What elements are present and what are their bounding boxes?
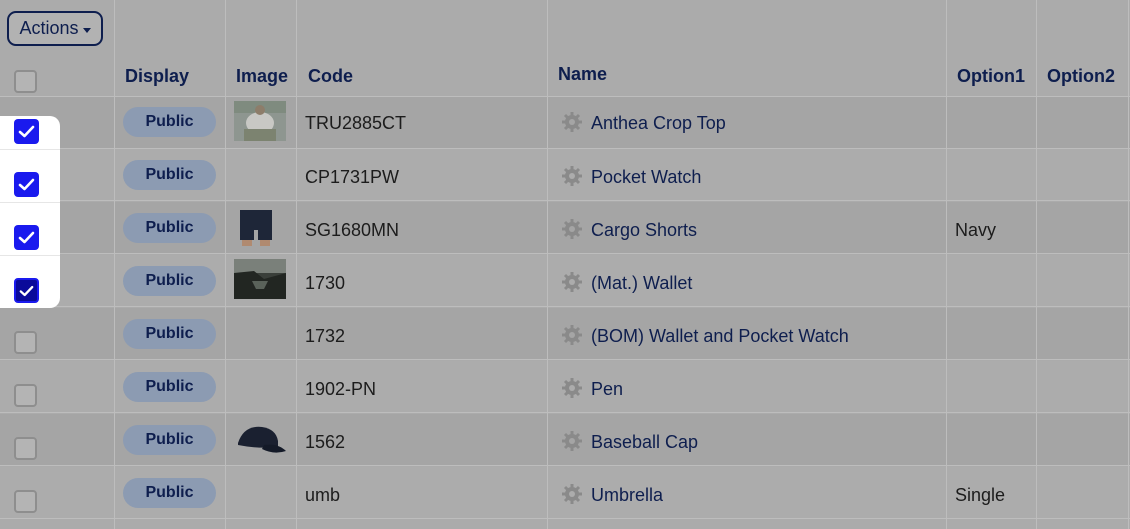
product-name-link[interactable]: (BOM) Wallet and Pocket Watch	[591, 326, 849, 347]
gear-icon[interactable]	[562, 325, 582, 345]
column-divider	[114, 0, 115, 529]
display-badge[interactable]: Public	[123, 478, 216, 508]
display-badge[interactable]: Public	[123, 107, 216, 137]
checkmark-icon	[19, 285, 34, 296]
product-code: TRU2885CT	[305, 113, 407, 133]
table-row[interactable]: Public umb Umbrella Single	[0, 467, 1130, 519]
gear-icon[interactable]	[562, 431, 582, 451]
display-badge[interactable]: Public	[123, 372, 216, 402]
column-header-image[interactable]: Image	[236, 66, 288, 87]
column-divider	[946, 0, 947, 529]
column-header-display[interactable]: Display	[125, 66, 189, 87]
display-badge[interactable]: Public	[123, 266, 216, 296]
checkmark-icon	[18, 231, 35, 244]
gear-icon[interactable]	[562, 272, 582, 292]
table-row[interactable]: Public 1730 (Mat.) Wallet	[0, 255, 1130, 307]
row-checkbox-checked[interactable]	[14, 225, 39, 250]
checkmark-icon	[18, 178, 35, 191]
column-divider	[296, 0, 297, 529]
row-checkbox-checked[interactable]	[14, 278, 39, 303]
column-header-option1[interactable]: Option1	[957, 66, 1025, 87]
crop-top-thumbnail	[234, 101, 286, 141]
display-badge[interactable]: Public	[123, 425, 216, 455]
product-code: SG1680MN	[305, 220, 400, 240]
column-divider	[1036, 0, 1037, 529]
table-row[interactable]: Public SG1680MN Cargo Shorts Navy	[0, 202, 1130, 254]
wallet-thumbnail	[234, 259, 286, 299]
gear-icon[interactable]	[562, 219, 582, 239]
display-badge[interactable]: Public	[123, 160, 216, 190]
actions-button[interactable]: Actions	[7, 11, 103, 46]
product-code: CP1731PW	[305, 167, 400, 187]
cargo-shorts-thumbnail	[234, 206, 286, 246]
column-divider	[547, 0, 548, 529]
column-divider	[1128, 0, 1129, 529]
column-header-name[interactable]: Name	[558, 64, 607, 85]
gear-icon[interactable]	[562, 378, 582, 398]
table-row[interactable]: Public TRU2885CT Anthea Crop Top	[0, 97, 1130, 149]
option1-value: Single	[955, 485, 1006, 505]
product-name-link[interactable]: (Mat.) Wallet	[591, 273, 692, 294]
display-badge[interactable]: Public	[123, 319, 216, 349]
table-header: Actions Display Image Code Name Option1 …	[0, 0, 1130, 97]
table-row[interactable]: Public 1562 Baseball Cap	[0, 414, 1130, 466]
chevron-down-icon	[82, 27, 91, 33]
product-code: 1902-PN	[305, 379, 377, 399]
product-code: 1730	[305, 273, 346, 293]
table-row[interactable]: Public 1902-PN Pen	[0, 361, 1130, 413]
gear-icon[interactable]	[562, 484, 582, 504]
checkmark-icon	[18, 125, 35, 138]
product-code: umb	[305, 485, 341, 505]
row-checkbox-checked[interactable]	[14, 172, 39, 197]
product-name-link[interactable]: Anthea Crop Top	[591, 113, 726, 134]
product-name-link[interactable]: Cargo Shorts	[591, 220, 697, 241]
product-name-link[interactable]: Umbrella	[591, 485, 663, 506]
product-code: 1562	[305, 432, 346, 452]
display-badge[interactable]: Public	[123, 213, 216, 243]
row-checkbox[interactable]	[14, 437, 37, 460]
select-all-checkbox[interactable]	[14, 70, 37, 93]
product-grid: Actions Display Image Code Name Option1 …	[0, 0, 1130, 529]
product-code: 1732	[305, 326, 346, 346]
option1-value: Navy	[955, 220, 997, 240]
row-checkbox[interactable]	[14, 331, 37, 354]
row-checkbox[interactable]	[14, 490, 37, 513]
column-header-option2[interactable]: Option2	[1047, 66, 1115, 87]
table-row[interactable]: Public CP1731PW Pocket Watch	[0, 149, 1130, 201]
column-divider	[225, 0, 226, 529]
product-name-link[interactable]: Baseball Cap	[591, 432, 698, 453]
selected-rows-highlight	[0, 116, 60, 308]
table-row[interactable]: Public 1732 (BOM) Wallet and Pocket Watc…	[0, 308, 1130, 360]
column-header-code[interactable]: Code	[308, 66, 353, 87]
gear-icon[interactable]	[562, 112, 582, 132]
product-name-link[interactable]: Pen	[591, 379, 623, 400]
actions-button-label: Actions	[19, 18, 79, 38]
row-checkbox-checked[interactable]	[14, 119, 39, 144]
gear-icon[interactable]	[562, 166, 582, 186]
baseball-cap-thumbnail	[234, 419, 286, 459]
row-checkbox[interactable]	[14, 384, 37, 407]
product-name-link[interactable]: Pocket Watch	[591, 167, 701, 188]
